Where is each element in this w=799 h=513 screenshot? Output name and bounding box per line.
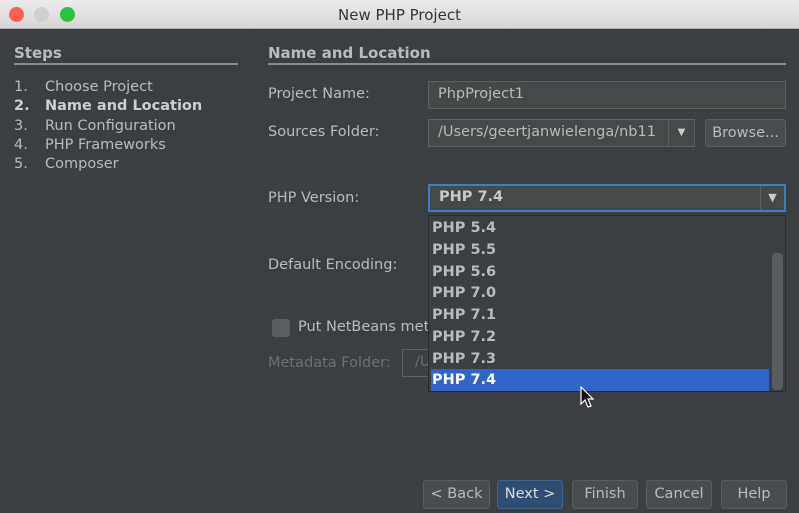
chevron-down-icon[interactable]: ▼ xyxy=(668,120,694,146)
step-item-current: 2. Name and Location xyxy=(14,98,203,114)
php-version-dropdown-list: PHP 5.4 PHP 5.5 PHP 5.6 PHP 7.0 PHP 7.1 … xyxy=(428,215,786,392)
finish-button[interactable]: Finish xyxy=(572,480,638,509)
default-encoding-label: Default Encoding: xyxy=(268,257,398,273)
panel-header: Name and Location xyxy=(268,44,431,62)
project-name-input[interactable]: PhpProject1 xyxy=(428,81,786,109)
php-version-option[interactable]: PHP 7.2 xyxy=(431,326,769,348)
php-version-option[interactable]: PHP 5.6 xyxy=(431,261,769,283)
chevron-down-icon[interactable]: ▼ xyxy=(760,186,784,210)
back-button[interactable]: < Back xyxy=(423,480,490,509)
step-item: 4. PHP Frameworks xyxy=(14,137,166,153)
php-version-option[interactable]: PHP 7.0 xyxy=(431,282,769,304)
mouse-cursor-icon xyxy=(580,386,595,408)
metadata-folder-label: Metadata Folder: xyxy=(268,355,391,371)
panel-divider xyxy=(268,63,786,65)
dropdown-scrollbar[interactable] xyxy=(772,253,783,390)
step-item: 3. Run Configuration xyxy=(14,118,176,134)
php-version-option[interactable]: PHP 5.4 xyxy=(431,217,769,239)
sources-folder-label: Sources Folder: xyxy=(268,124,380,140)
cancel-button[interactable]: Cancel xyxy=(646,480,712,509)
browse-button[interactable]: Browse... xyxy=(705,119,786,147)
php-version-label: PHP Version: xyxy=(268,190,360,206)
window-title: New PHP Project xyxy=(338,6,461,24)
steps-header: Steps xyxy=(14,44,62,62)
php-version-option[interactable]: PHP 7.1 xyxy=(431,304,769,326)
help-button[interactable]: Help xyxy=(721,480,787,509)
project-name-label: Project Name: xyxy=(268,86,370,102)
sources-folder-value: /Users/geertjanwielenga/nb11 xyxy=(438,124,656,140)
next-button[interactable]: Next > xyxy=(497,480,563,509)
steps-divider xyxy=(14,63,238,65)
step-item: 5. Composer xyxy=(14,156,119,172)
put-netbeans-label: Put NetBeans met xyxy=(298,319,430,335)
title-bar: New PHP Project xyxy=(0,0,799,29)
php-version-option-selected[interactable]: PHP 7.4 xyxy=(431,369,769,391)
php-version-option[interactable]: PHP 7.3 xyxy=(431,348,769,370)
sources-folder-combo[interactable]: /Users/geertjanwielenga/nb11 xyxy=(428,119,695,147)
php-version-combo[interactable]: PHP 7.4 xyxy=(428,184,786,212)
php-version-value: PHP 7.4 xyxy=(439,189,504,205)
step-item: 1. Choose Project xyxy=(14,79,153,95)
php-version-option[interactable]: PHP 5.5 xyxy=(431,239,769,261)
put-netbeans-checkbox[interactable] xyxy=(272,319,290,337)
